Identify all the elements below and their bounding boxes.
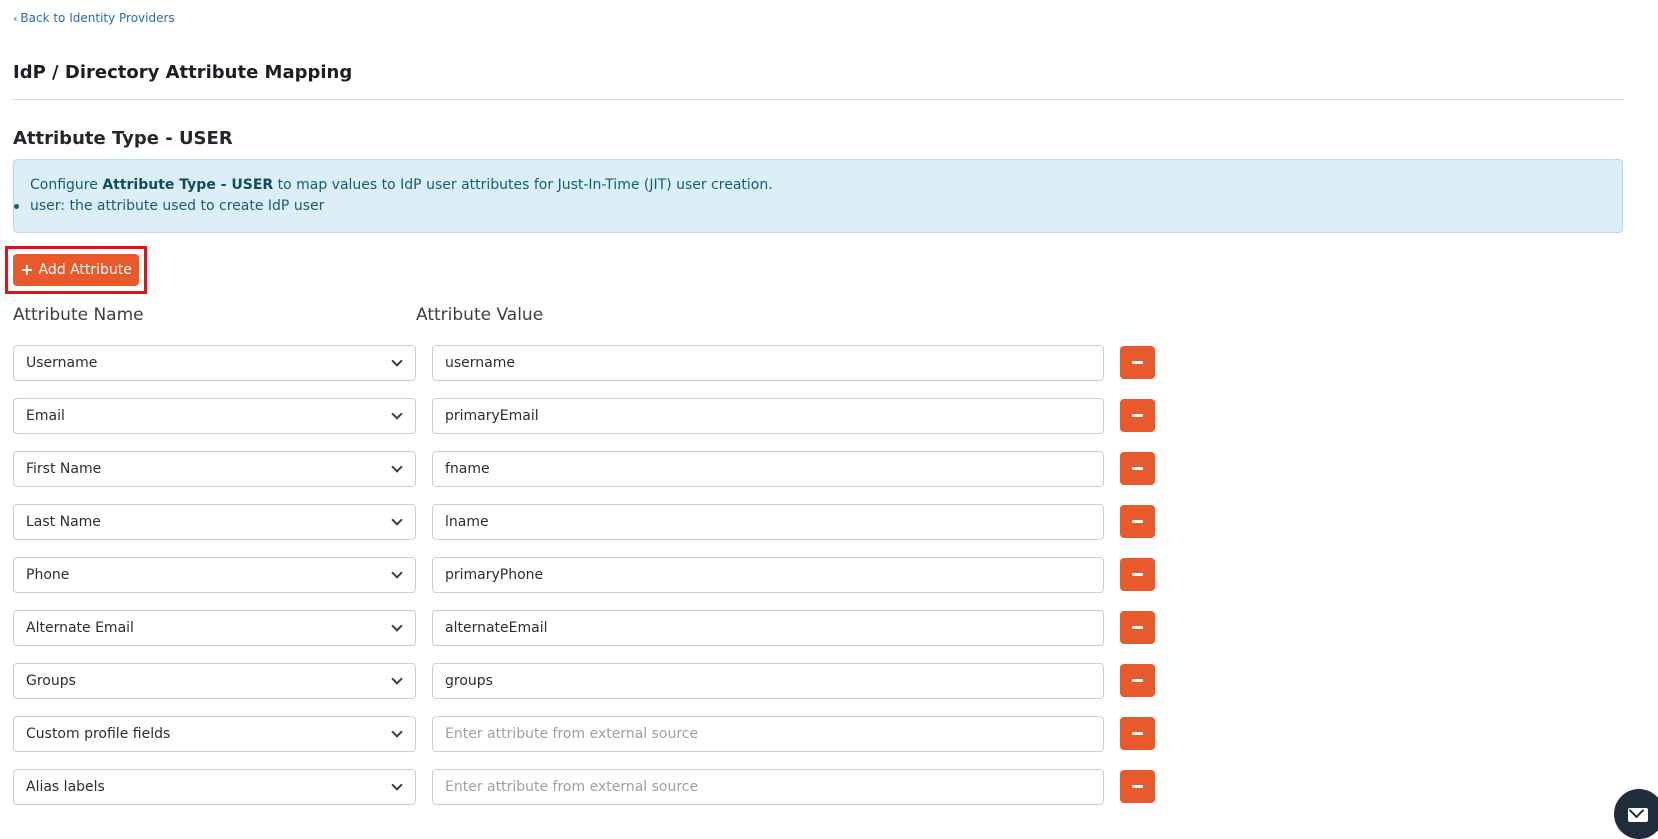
minus-icon bbox=[1132, 679, 1143, 682]
remove-attribute-button[interactable] bbox=[1120, 558, 1155, 591]
info-emphasis: Attribute Type - USER bbox=[102, 177, 274, 193]
attribute-row: Email bbox=[0, 398, 1160, 434]
attribute-name-value: Alternate Email bbox=[26, 620, 134, 636]
attribute-name-value: Alias labels bbox=[26, 779, 105, 795]
divider bbox=[13, 99, 1625, 100]
attribute-name-select[interactable]: Alias labels bbox=[13, 769, 416, 805]
attribute-value-input[interactable] bbox=[432, 769, 1104, 805]
remove-attribute-button[interactable] bbox=[1120, 346, 1155, 379]
attribute-row: Custom profile fields bbox=[0, 716, 1160, 752]
attribute-name-select[interactable]: First Name bbox=[13, 451, 416, 487]
attribute-name-select[interactable]: Custom profile fields bbox=[13, 716, 416, 752]
minus-icon bbox=[1132, 361, 1143, 364]
remove-attribute-button[interactable] bbox=[1120, 399, 1155, 432]
chevron-down-icon bbox=[391, 408, 403, 420]
plus-icon: + bbox=[20, 260, 34, 279]
remove-attribute-button[interactable] bbox=[1120, 611, 1155, 644]
attribute-value-input[interactable] bbox=[432, 610, 1104, 646]
attribute-name-value: Last Name bbox=[26, 514, 101, 530]
attribute-value-input[interactable] bbox=[432, 345, 1104, 381]
chevron-down-icon bbox=[391, 355, 403, 367]
attribute-value-input[interactable] bbox=[432, 451, 1104, 487]
chevron-down-icon bbox=[391, 620, 403, 632]
section-title: Attribute Type - USER bbox=[13, 128, 233, 149]
attribute-row: Username bbox=[0, 345, 1160, 381]
info-alert: Configure Attribute Type - USER to map v… bbox=[13, 159, 1623, 233]
attribute-name-select[interactable]: Last Name bbox=[13, 504, 416, 540]
attribute-row: Phone bbox=[0, 557, 1160, 593]
attribute-name-select[interactable]: Alternate Email bbox=[13, 610, 416, 646]
minus-icon bbox=[1132, 626, 1143, 629]
info-description: Configure Attribute Type - USER to map v… bbox=[30, 177, 773, 193]
attribute-row: Last Name bbox=[0, 504, 1160, 540]
chevron-down-icon bbox=[391, 461, 403, 473]
minus-icon bbox=[1132, 467, 1143, 470]
add-attribute-button[interactable]: + Add Attribute bbox=[13, 254, 139, 286]
attribute-name-value: Phone bbox=[26, 567, 70, 583]
attribute-value-input[interactable] bbox=[432, 663, 1104, 699]
attribute-name-value: Groups bbox=[26, 673, 76, 689]
envelope-icon bbox=[1628, 808, 1648, 822]
remove-attribute-button[interactable] bbox=[1120, 770, 1155, 803]
minus-icon bbox=[1132, 520, 1143, 523]
attribute-value-input[interactable] bbox=[432, 716, 1104, 752]
attribute-name-select[interactable]: Username bbox=[13, 345, 416, 381]
attribute-name-select[interactable]: Email bbox=[13, 398, 416, 434]
page: ‹ Back to Identity Providers IdP / Direc… bbox=[0, 0, 1658, 839]
attribute-name-value: Custom profile fields bbox=[26, 726, 171, 742]
chevron-down-icon bbox=[391, 779, 403, 791]
remove-attribute-button[interactable] bbox=[1120, 452, 1155, 485]
chevron-down-icon bbox=[391, 567, 403, 579]
attribute-name-value: Email bbox=[26, 408, 65, 424]
attribute-row: Alias labels bbox=[0, 769, 1160, 805]
column-header-attribute-value: Attribute Value bbox=[416, 305, 544, 325]
minus-icon bbox=[1132, 414, 1143, 417]
chevron-down-icon bbox=[391, 514, 403, 526]
remove-attribute-button[interactable] bbox=[1120, 505, 1155, 538]
info-bullet: user: the attribute used to create IdP u… bbox=[14, 198, 324, 214]
attribute-value-input[interactable] bbox=[432, 557, 1104, 593]
chevron-left-icon: ‹ bbox=[13, 11, 18, 25]
attribute-value-input[interactable] bbox=[432, 504, 1104, 540]
chat-widget-button[interactable] bbox=[1614, 789, 1658, 839]
attribute-value-input[interactable] bbox=[432, 398, 1104, 434]
attribute-name-value: Username bbox=[26, 355, 98, 371]
add-attribute-label: Add Attribute bbox=[38, 262, 132, 278]
remove-attribute-button[interactable] bbox=[1120, 664, 1155, 697]
chevron-down-icon bbox=[391, 673, 403, 685]
attribute-row: Alternate Email bbox=[0, 610, 1160, 646]
attribute-name-select[interactable]: Phone bbox=[13, 557, 416, 593]
attribute-row: Groups bbox=[0, 663, 1160, 699]
back-link-label: Back to Identity Providers bbox=[20, 11, 175, 25]
chevron-down-icon bbox=[391, 726, 403, 738]
attribute-name-select[interactable]: Groups bbox=[13, 663, 416, 699]
column-header-attribute-name: Attribute Name bbox=[13, 305, 144, 325]
attribute-name-value: First Name bbox=[26, 461, 102, 477]
attribute-row: First Name bbox=[0, 451, 1160, 487]
remove-attribute-button[interactable] bbox=[1120, 717, 1155, 750]
page-title: IdP / Directory Attribute Mapping bbox=[13, 62, 353, 83]
bullet-dot bbox=[14, 204, 19, 209]
minus-icon bbox=[1132, 785, 1143, 788]
minus-icon bbox=[1132, 573, 1143, 576]
back-to-identity-providers-link[interactable]: ‹ Back to Identity Providers bbox=[13, 11, 175, 25]
minus-icon bbox=[1132, 732, 1143, 735]
